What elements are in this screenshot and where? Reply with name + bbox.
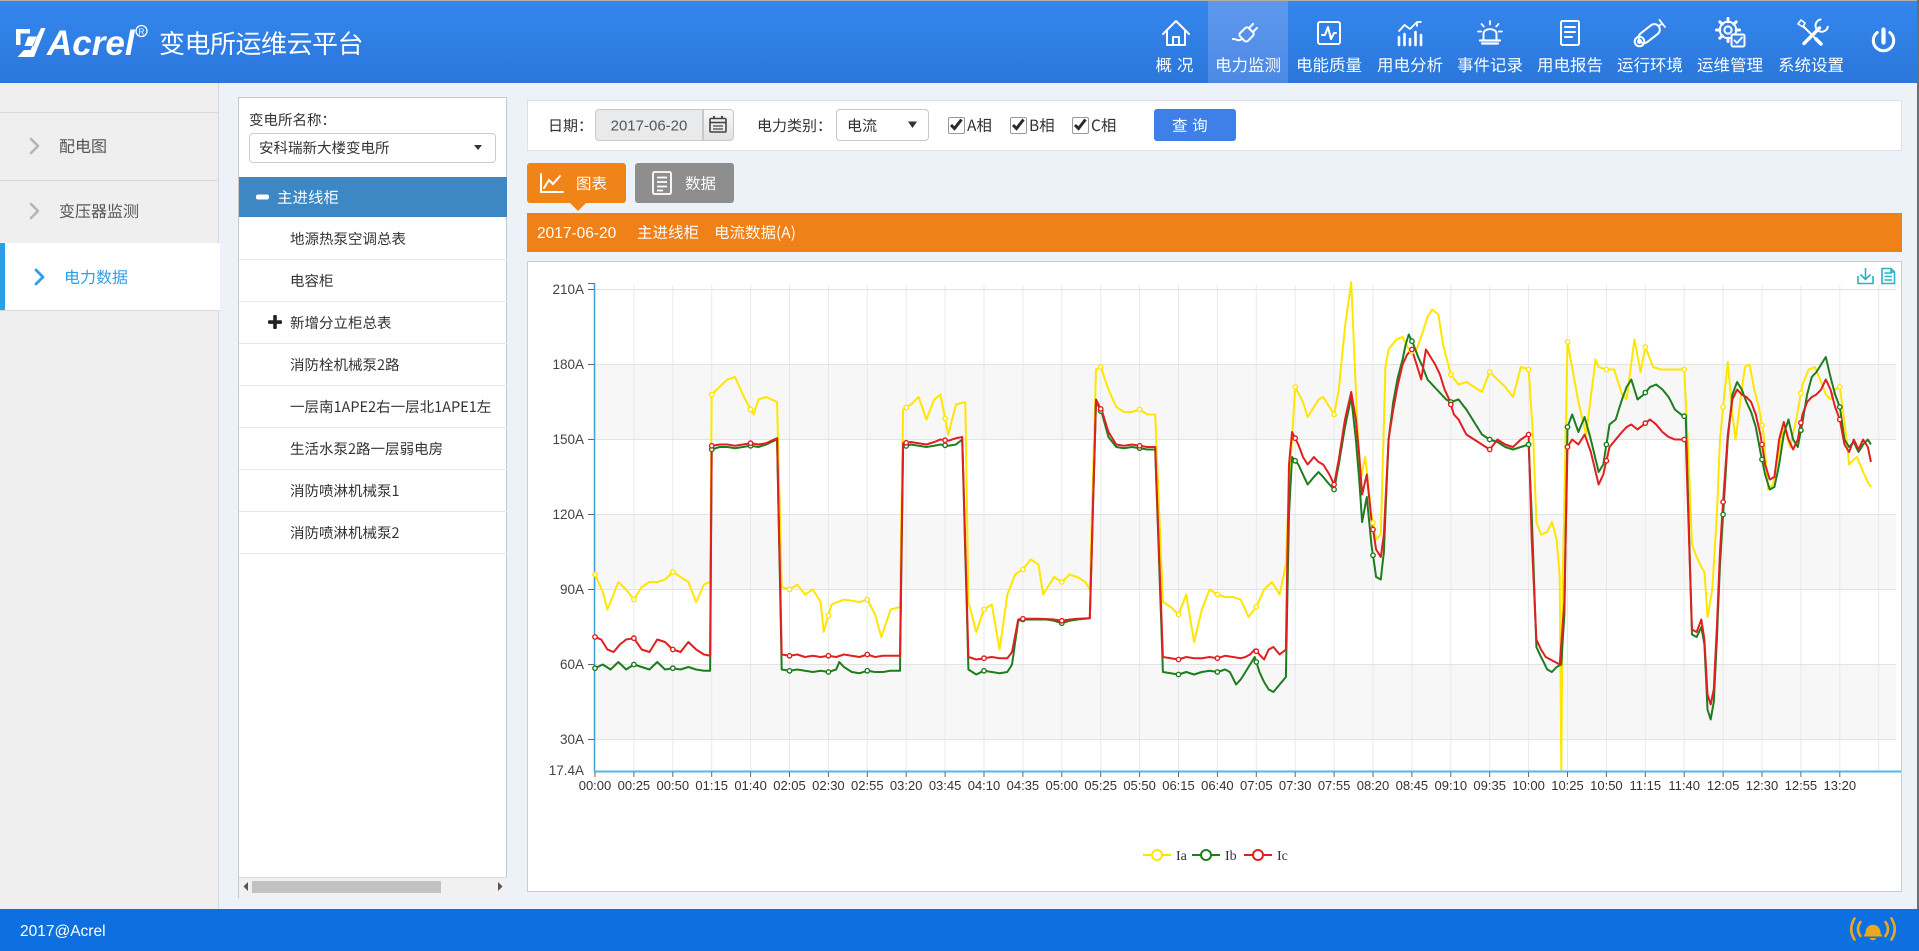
- svg-text:11:40: 11:40: [1668, 778, 1700, 793]
- svg-text:02:05: 02:05: [773, 778, 806, 793]
- svg-text:00:50: 00:50: [657, 778, 690, 793]
- svg-text:07:05: 07:05: [1240, 778, 1273, 793]
- svg-text:02:30: 02:30: [812, 778, 845, 793]
- svg-text:05:25: 05:25: [1084, 778, 1117, 793]
- svg-text:11:15: 11:15: [1630, 778, 1662, 793]
- svg-text:07:55: 07:55: [1318, 778, 1351, 793]
- svg-text:03:20: 03:20: [890, 778, 923, 793]
- svg-text:00:25: 00:25: [618, 778, 651, 793]
- svg-text:12:05: 12:05: [1707, 778, 1740, 793]
- svg-text:03:45: 03:45: [929, 778, 962, 793]
- svg-text:05:50: 05:50: [1123, 778, 1156, 793]
- svg-text:09:35: 09:35: [1473, 778, 1506, 793]
- svg-text:08:45: 08:45: [1396, 778, 1429, 793]
- svg-text:12:30: 12:30: [1746, 778, 1779, 793]
- svg-text:08:20: 08:20: [1357, 778, 1390, 793]
- svg-text:13:20: 13:20: [1824, 778, 1857, 793]
- svg-text:2017@Acrel: 2017@Acrel: [20, 923, 106, 940]
- svg-text:R: R: [139, 28, 145, 37]
- svg-text:02:55: 02:55: [851, 778, 884, 793]
- svg-text:60A: 60A: [560, 657, 584, 672]
- svg-text:90A: 90A: [560, 582, 584, 597]
- svg-text:01:40: 01:40: [734, 778, 767, 793]
- svg-text:2017-06-20: 2017-06-20: [537, 225, 617, 242]
- svg-text:10:25: 10:25: [1551, 778, 1584, 793]
- svg-text:Ia: Ia: [1176, 849, 1188, 864]
- svg-text:04:35: 04:35: [1007, 778, 1040, 793]
- svg-text:01:15: 01:15: [695, 778, 728, 793]
- svg-text:Ib: Ib: [1225, 849, 1237, 864]
- svg-text:05:00: 05:00: [1046, 778, 1079, 793]
- svg-text:10:50: 10:50: [1590, 778, 1623, 793]
- svg-text:07:30: 07:30: [1279, 778, 1312, 793]
- svg-text:00:00: 00:00: [579, 778, 612, 793]
- svg-text:09:10: 09:10: [1435, 778, 1468, 793]
- svg-text:12:55: 12:55: [1785, 778, 1818, 793]
- svg-text:17.4A: 17.4A: [549, 763, 584, 778]
- svg-text:150A: 150A: [552, 432, 584, 447]
- svg-text:30A: 30A: [560, 732, 584, 747]
- svg-text:120A: 120A: [552, 507, 584, 522]
- svg-text:04:10: 04:10: [968, 778, 1001, 793]
- svg-text:10:00: 10:00: [1512, 778, 1545, 793]
- svg-text:210A: 210A: [552, 282, 584, 297]
- svg-text:2017-06-20: 2017-06-20: [611, 118, 688, 135]
- svg-text:Ic: Ic: [1277, 849, 1288, 864]
- svg-text:180A: 180A: [552, 357, 584, 372]
- svg-text:Acrel: Acrel: [46, 24, 136, 63]
- svg-text:06:15: 06:15: [1162, 778, 1195, 793]
- svg-text:06:40: 06:40: [1201, 778, 1234, 793]
